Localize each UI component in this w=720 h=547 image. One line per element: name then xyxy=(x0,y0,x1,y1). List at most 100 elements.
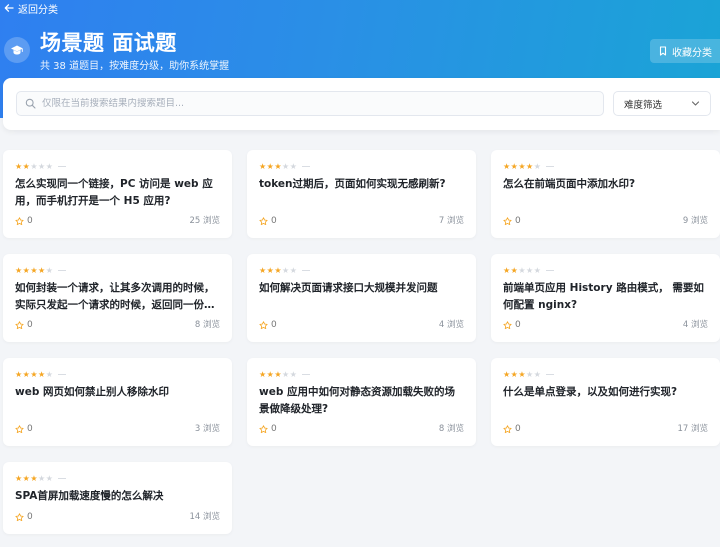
star-filled-icon: ★ xyxy=(15,266,23,275)
difficulty-stars: ★ ★ ★ ★ ★ xyxy=(503,266,555,275)
question-card[interactable]: ★ ★ ★ ★ ★ web 应用中如何对静态资源加载失败的场景做降级处理? 0 8 浏览 xyxy=(247,358,476,446)
page-subtitle: 共 38 道题目，按难度分级，助你系统掌握 xyxy=(40,61,230,72)
like-count: 0 xyxy=(271,216,277,226)
star-filled-icon: ★ xyxy=(518,370,527,379)
star-empty-icon: ★ xyxy=(533,370,542,379)
star-filled-icon: ★ xyxy=(22,162,31,171)
difficulty-filter-label: 难度筛选 xyxy=(624,99,663,111)
difficulty-stars: ★ ★ ★ ★ ★ xyxy=(15,474,67,483)
like-count: 0 xyxy=(27,512,33,522)
question-title: 如何解决页面请求接口大规模并发问题 xyxy=(259,282,438,294)
difficulty-filter-select[interactable]: 难度筛选 xyxy=(613,91,711,116)
view-count: 7 浏览 xyxy=(438,216,464,226)
like-count: 0 xyxy=(271,320,277,330)
tag-placeholder xyxy=(546,166,555,167)
star-filled-icon: ★ xyxy=(30,474,39,483)
question-title: 如何封装一个请求，让其多次调用的时候，实际只发起一个请求的时候，返回同一份结果 xyxy=(15,282,215,311)
star-filled-icon: ★ xyxy=(15,162,23,171)
star-filled-icon: ★ xyxy=(22,266,31,275)
question-card[interactable]: ★ ★ ★ ★ ★ web 网页如何禁止别人移除水印 0 3 浏览 xyxy=(3,358,232,446)
star-filled-icon: ★ xyxy=(526,162,534,171)
page-title: 场景题 面试题 xyxy=(40,31,177,55)
star-empty-icon: ★ xyxy=(526,266,534,275)
star-outline-icon xyxy=(15,320,24,329)
like-button[interactable]: 0 xyxy=(259,320,277,330)
question-card[interactable]: ★ ★ ★ ★ ★ 什么是单点登录，以及如何进行实现? 0 17 浏览 xyxy=(491,358,720,446)
tag-placeholder xyxy=(302,374,311,375)
star-outline-icon xyxy=(503,216,512,225)
difficulty-stars: ★ ★ ★ ★ ★ xyxy=(259,162,311,171)
question-card[interactable]: ★ ★ ★ ★ ★ 怎么在前端页面中添加水印? 0 9 浏览 xyxy=(491,150,720,238)
like-button[interactable]: 0 xyxy=(503,216,521,226)
arrow-left-icon xyxy=(4,4,14,12)
tag-placeholder xyxy=(58,374,67,375)
like-button[interactable]: 0 xyxy=(259,424,277,434)
star-filled-icon: ★ xyxy=(259,266,267,275)
question-card[interactable]: ★ ★ ★ ★ ★ 怎么实现同一个链接，PC 访问是 web 应用，而手机打开是一个 H5… xyxy=(3,150,232,238)
question-title: 什么是单点登录，以及如何进行实现? xyxy=(503,386,678,398)
star-filled-icon: ★ xyxy=(38,266,46,275)
tag-placeholder xyxy=(302,270,311,271)
question-title: 怎么实现同一个链接，PC 访问是 web 应用，而手机打开是一个 H5 应用? xyxy=(15,178,213,207)
star-filled-icon: ★ xyxy=(510,266,519,275)
like-button[interactable]: 0 xyxy=(15,320,33,330)
chevron-down-icon xyxy=(691,101,700,106)
like-button[interactable]: 0 xyxy=(503,320,521,330)
view-count: 8 浏览 xyxy=(438,424,464,434)
tag-placeholder xyxy=(58,270,67,271)
question-card[interactable]: ★ ★ ★ ★ ★ 前端单页应用 History 路由模式， 需要如何配置 nginx? 0… xyxy=(491,254,720,342)
star-filled-icon: ★ xyxy=(15,474,23,483)
question-card[interactable]: ★ ★ ★ ★ ★ token过期后，页面如何实现无感刷新? 0 7 浏览 xyxy=(247,150,476,238)
view-count: 3 浏览 xyxy=(194,424,220,434)
star-filled-icon: ★ xyxy=(38,370,46,379)
back-to-categories-link[interactable]: 返回分类 xyxy=(4,0,58,16)
like-button[interactable]: 0 xyxy=(15,512,33,522)
back-link-label: 返回分类 xyxy=(18,4,58,16)
star-empty-icon: ★ xyxy=(289,162,298,171)
tag-placeholder xyxy=(546,374,555,375)
like-button[interactable]: 0 xyxy=(259,216,277,226)
star-empty-icon: ★ xyxy=(45,474,54,483)
star-filled-icon: ★ xyxy=(30,370,39,379)
question-card[interactable]: ★ ★ ★ ★ ★ SPA首屏加载速度慢的怎么解决 0 14 浏览 xyxy=(3,462,232,534)
question-title: SPA首屏加载速度慢的怎么解决 xyxy=(15,490,164,502)
favorite-button-label: 收藏分类 xyxy=(672,47,712,59)
like-button[interactable]: 0 xyxy=(503,424,521,434)
question-title: web 应用中如何对静态资源加载失败的场景做降级处理? xyxy=(259,386,455,415)
like-count: 0 xyxy=(515,424,521,434)
star-filled-icon: ★ xyxy=(259,370,267,379)
difficulty-stars: ★ ★ ★ ★ ★ xyxy=(503,370,555,379)
star-filled-icon: ★ xyxy=(266,370,275,379)
star-outline-icon xyxy=(259,320,268,329)
favorite-category-button[interactable]: 收藏分类 xyxy=(650,39,720,63)
star-filled-icon: ★ xyxy=(30,266,39,275)
star-empty-icon: ★ xyxy=(282,162,290,171)
star-empty-icon: ★ xyxy=(289,266,298,275)
star-filled-icon: ★ xyxy=(274,162,283,171)
search-input[interactable] xyxy=(42,98,582,109)
star-outline-icon xyxy=(503,424,512,433)
star-empty-icon: ★ xyxy=(282,266,290,275)
like-count: 0 xyxy=(27,216,33,226)
star-empty-icon: ★ xyxy=(518,266,527,275)
like-button[interactable]: 0 xyxy=(15,424,33,434)
star-filled-icon: ★ xyxy=(22,370,31,379)
like-button[interactable]: 0 xyxy=(15,216,33,226)
question-title: 怎么在前端页面中添加水印? xyxy=(503,178,636,190)
like-count: 0 xyxy=(515,320,521,330)
search-panel: 难度筛选 xyxy=(3,78,720,130)
like-count: 0 xyxy=(515,216,521,226)
star-empty-icon: ★ xyxy=(533,266,542,275)
difficulty-stars: ★ ★ ★ ★ ★ xyxy=(15,266,67,275)
star-filled-icon: ★ xyxy=(266,162,275,171)
bookmark-icon xyxy=(659,46,667,56)
star-empty-icon: ★ xyxy=(282,370,290,379)
star-empty-icon: ★ xyxy=(38,474,46,483)
like-count: 0 xyxy=(271,424,277,434)
question-card[interactable]: ★ ★ ★ ★ ★ 如何解决页面请求接口大规模并发问题 0 4 浏览 xyxy=(247,254,476,342)
question-card[interactable]: ★ ★ ★ ★ ★ 如何封装一个请求，让其多次调用的时候，实际只发起一个请求的时候，返回同… xyxy=(3,254,232,342)
star-filled-icon: ★ xyxy=(503,162,511,171)
view-count: 4 浏览 xyxy=(682,320,708,330)
view-count: 25 浏览 xyxy=(189,216,220,226)
view-count: 8 浏览 xyxy=(194,320,220,330)
